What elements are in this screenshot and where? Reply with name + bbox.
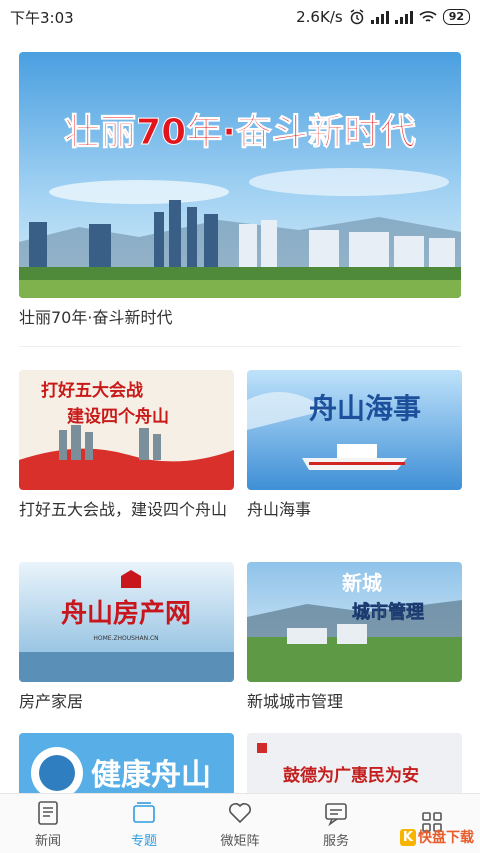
topic-icon xyxy=(133,801,155,823)
news-icon xyxy=(38,800,58,825)
topic-card-label: 房产家居 xyxy=(19,692,84,711)
card-banner-sub: HOME.ZHOUSHAN.CN xyxy=(93,635,158,642)
watermark-k: K xyxy=(399,828,416,846)
card-banner-text: 舟山房产网 xyxy=(61,599,191,629)
card-banner-line1: 打好五大会战 xyxy=(41,380,143,401)
hero-banner-text: 壮丽70年·奋斗新时代 xyxy=(64,112,416,153)
topic-card-label: 舟山海事 xyxy=(247,500,312,519)
card-banner-text: 舟山海事 xyxy=(309,392,421,425)
section-divider xyxy=(19,346,461,347)
topic-card-label: 打好五大会战，建设四个舟山 xyxy=(19,500,228,519)
card-banner-text: 鼓德为广惠民为安 xyxy=(283,765,419,786)
topic-thumbnail: 舟山海事 xyxy=(247,370,462,490)
card-banner-line2: 建设四个舟山 xyxy=(67,406,169,427)
hero-caption[interactable]: 壮丽70年·奋斗新时代 xyxy=(19,304,172,328)
tab-matrix[interactable]: 微矩阵 xyxy=(192,794,288,853)
topic-card[interactable]: 鼓德为广惠民为安 xyxy=(247,733,462,794)
watermark-text: 快盘下载 xyxy=(418,830,474,846)
service-icon xyxy=(325,802,347,826)
signal-hd-icon xyxy=(394,10,413,24)
tab-label: 专题 xyxy=(130,833,157,849)
topic-thumbnail: 鼓德为广惠民为安 xyxy=(247,733,462,794)
topic-card[interactable]: 健康舟山 xyxy=(19,733,234,794)
card-banner-line1: 新城 xyxy=(342,571,382,595)
tab-news[interactable]: 新闻 xyxy=(0,794,96,853)
status-time: 下午3:03 xyxy=(10,8,74,27)
status-icons: 2.6K/s 92 xyxy=(296,8,470,26)
tab-label: 微矩阵 xyxy=(220,833,260,849)
topic-card[interactable]: 打好五大会战 建设四个舟山 打好五大会战，建设四个舟山 xyxy=(19,370,234,522)
status-bar: 下午3:03 2.6K/s 92 xyxy=(0,0,480,34)
topic-card[interactable]: 舟山海事 舟山海事 xyxy=(247,370,462,522)
battery-indicator: 92 xyxy=(442,9,470,25)
topic-card[interactable]: 舟山房产网 HOME.ZHOUSHAN.CN 房产家居 xyxy=(19,562,234,714)
watermark-logo: K 快盘下载 xyxy=(399,827,474,847)
card-banner-line2: 城市管理 xyxy=(352,601,424,623)
topic-card[interactable]: 新城 城市管理 新城城市管理 xyxy=(247,562,462,714)
alarm-icon xyxy=(350,9,364,25)
topic-thumbnail: 新城 城市管理 xyxy=(247,562,462,682)
signal-icon xyxy=(370,10,389,24)
wifi-icon xyxy=(419,11,437,22)
tab-label: 服务 xyxy=(322,833,349,849)
heart-icon xyxy=(229,802,251,823)
topic-thumbnail: 打好五大会战 建设四个舟山 xyxy=(19,370,234,490)
tab-service[interactable]: 服务 xyxy=(288,794,384,853)
topic-feed[interactable]: 壮丽70年·奋斗新时代 壮丽70年·奋斗新时代 打好五大会战 建设四个舟山 打好… xyxy=(0,34,480,794)
hero-image: 壮丽70年·奋斗新时代 xyxy=(19,52,461,298)
hero-banner[interactable]: 壮丽70年·奋斗新时代 xyxy=(19,52,461,298)
topic-thumbnail: 舟山房产网 HOME.ZHOUSHAN.CN xyxy=(19,562,234,682)
tab-topics[interactable]: 专题 xyxy=(96,794,192,853)
tab-label: 新闻 xyxy=(34,833,61,849)
card-banner-text: 健康舟山 xyxy=(91,758,211,793)
network-speed: 2.6K/s xyxy=(296,8,343,26)
topic-thumbnail: 健康舟山 xyxy=(19,733,234,794)
topic-card-label: 新城城市管理 xyxy=(247,692,344,711)
